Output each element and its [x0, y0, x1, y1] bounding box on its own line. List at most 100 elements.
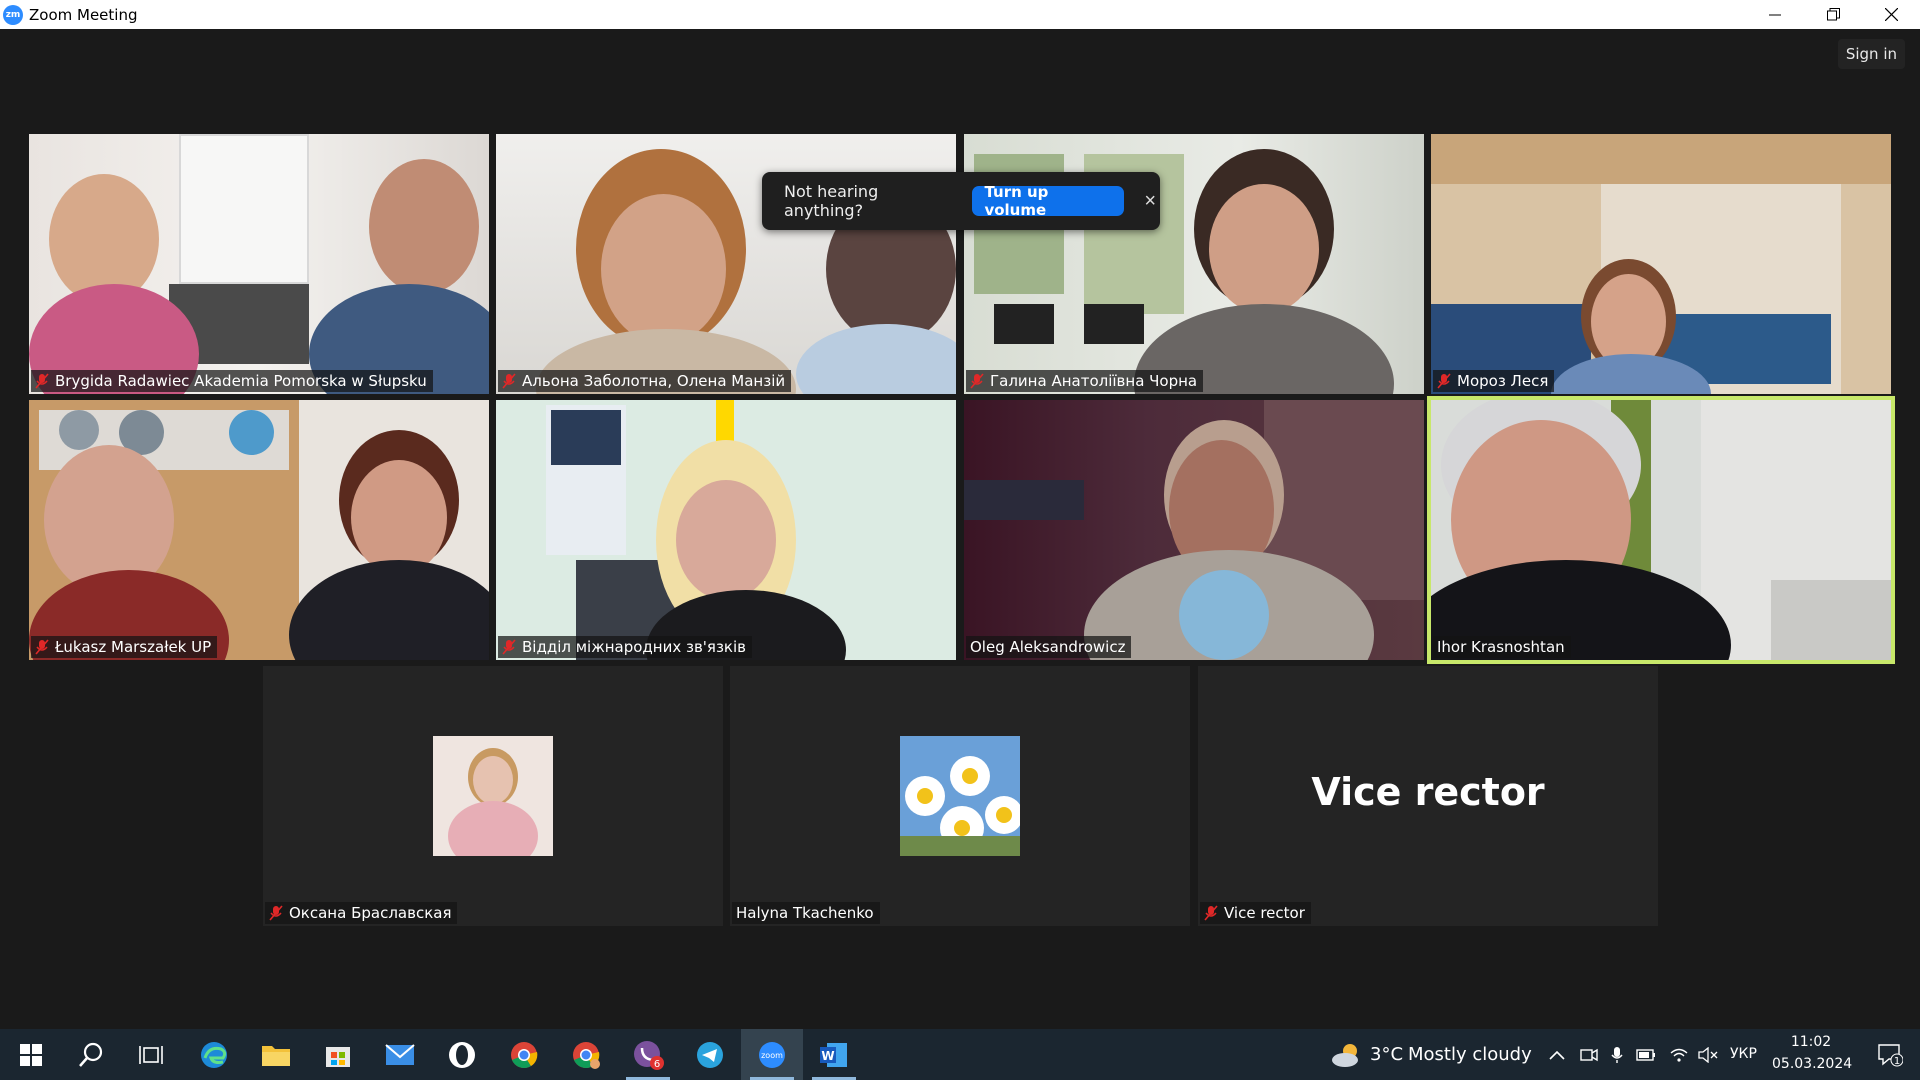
- input-language-indicator[interactable]: УКР: [1730, 1046, 1757, 1062]
- weather-widget[interactable]: [1322, 1029, 1372, 1080]
- participant-name-label: Альона Заболотна, Олена Манзій: [498, 370, 792, 392]
- turn-up-volume-button[interactable]: Turn up volume: [972, 183, 1125, 219]
- telegram-icon: [697, 1041, 723, 1068]
- viber-icon: 6: [634, 1040, 664, 1070]
- avatar-tile[interactable]: Vice rector Vice rector: [1198, 666, 1658, 926]
- clock-date[interactable]: 05.03.2024: [1772, 1056, 1852, 1072]
- taskbar-app-chrome-profile[interactable]: [555, 1029, 617, 1080]
- avatar: [433, 736, 553, 856]
- task-view-icon: [139, 1045, 163, 1064]
- chrome-profile-icon: [573, 1041, 600, 1069]
- meeting-stage: Sign in Brygida Radawiec Akademia Pomors…: [0, 29, 1920, 1029]
- search-icon: [79, 1042, 103, 1067]
- notification-count: 1: [1894, 1056, 1900, 1067]
- camera-icon: [1580, 1048, 1598, 1061]
- tray-microphone-button[interactable]: [1603, 1029, 1631, 1080]
- speaker-muted-icon: [1698, 1046, 1718, 1063]
- taskbar-app-edge[interactable]: [183, 1029, 245, 1080]
- avatar: [900, 736, 1020, 856]
- weather-temperature[interactable]: 3°C: [1370, 1044, 1403, 1065]
- close-window-button[interactable]: [1862, 0, 1920, 29]
- taskbar-app-store[interactable]: [307, 1029, 369, 1080]
- windows-taskbar: 6 zoom W 3°C Mostly cloudy УКР 11:02 05.…: [0, 1029, 1920, 1080]
- folder-icon: [262, 1045, 290, 1066]
- window-title: Zoom Meeting: [29, 5, 138, 24]
- tray-battery-button[interactable]: [1632, 1029, 1660, 1080]
- zoom-logo-icon: zm: [3, 4, 23, 25]
- muted-mic-icon: [970, 373, 984, 389]
- tray-camera-button[interactable]: [1575, 1029, 1603, 1080]
- svg-text:zoom: zoom: [761, 1051, 783, 1060]
- muted-mic-icon: [269, 905, 283, 921]
- video-tile[interactable]: Мороз Леся: [1431, 134, 1891, 394]
- word-icon: W: [820, 1042, 847, 1067]
- mail-icon: [385, 1043, 415, 1065]
- tray-network-button[interactable]: [1665, 1029, 1693, 1080]
- store-icon: [326, 1046, 350, 1067]
- zoom-icon: zoom: [759, 1041, 785, 1068]
- avatar-tile[interactable]: Halyna Tkachenko: [730, 666, 1190, 926]
- audio-hint-popup: Not hearing anything? Turn up volume ×: [762, 172, 1160, 230]
- video-tile[interactable]: Oleg Aleksandrowicz: [964, 400, 1424, 660]
- show-hidden-icons-button[interactable]: [1543, 1029, 1571, 1080]
- notifications-button[interactable]: 1: [1865, 1029, 1915, 1080]
- muted-mic-icon: [1437, 373, 1451, 389]
- microphone-icon: [1611, 1046, 1623, 1063]
- taskbar-app-word[interactable]: W: [803, 1029, 865, 1080]
- muted-mic-icon: [502, 639, 516, 655]
- taskbar-app-mail[interactable]: [369, 1029, 431, 1080]
- participant-name-label: Brygida Radawiec Akademia Pomorska w Słu…: [31, 370, 433, 392]
- restore-button[interactable]: [1804, 0, 1862, 29]
- muted-mic-icon: [35, 639, 49, 655]
- windows-start-button[interactable]: [0, 1029, 62, 1080]
- tray-volume-button[interactable]: [1694, 1029, 1722, 1080]
- muted-mic-icon: [502, 373, 516, 389]
- search-button[interactable]: [60, 1029, 122, 1080]
- taskbar-app-zoom[interactable]: zoom: [741, 1029, 803, 1080]
- taskbar-app-telegram[interactable]: [679, 1029, 741, 1080]
- popup-message: Not hearing anything?: [784, 182, 879, 220]
- wifi-icon: [1670, 1048, 1688, 1062]
- edge-icon: [201, 1041, 227, 1068]
- avatar-tile[interactable]: Оксана Браславская: [263, 666, 723, 926]
- participant-name-label: Ihor Krasnoshtan: [1433, 636, 1571, 658]
- chrome-icon: [511, 1041, 538, 1068]
- taskbar-app-chrome[interactable]: [493, 1029, 555, 1080]
- participant-display-name: Vice rector: [1311, 770, 1545, 814]
- participant-name-label: Halyna Tkachenko: [732, 902, 880, 924]
- muted-mic-icon: [1204, 905, 1218, 921]
- close-icon: [1884, 8, 1898, 21]
- taskbar-app-file-explorer[interactable]: [245, 1029, 307, 1080]
- video-tile[interactable]: Łukasz Marszałek UP: [29, 400, 489, 660]
- participant-name-label: Оксана Браславская: [265, 902, 458, 924]
- muted-mic-icon: [35, 373, 49, 389]
- popup-close-button[interactable]: ×: [1140, 191, 1160, 211]
- cloudy-weather-icon: [1332, 1043, 1358, 1067]
- participant-name-label: Oleg Aleksandrowicz: [966, 636, 1132, 658]
- viber-badge: 6: [654, 1059, 660, 1070]
- title-bar: zm Zoom Meeting: [0, 0, 1920, 29]
- participant-name-label: Галина Анатоліївна Чорна: [966, 370, 1204, 392]
- windows-logo-icon: [20, 1043, 42, 1066]
- video-tile-active-speaker[interactable]: Ihor Krasnoshtan: [1427, 396, 1895, 664]
- notification-icon: 1: [1878, 1043, 1903, 1067]
- participant-name-label: Łukasz Marszałek UP: [31, 636, 218, 658]
- weather-condition[interactable]: Mostly cloudy: [1408, 1044, 1532, 1065]
- video-tile[interactable]: Відділ міжнародних зв'язків: [496, 400, 956, 660]
- minimize-button[interactable]: [1746, 0, 1804, 29]
- sign-in-button[interactable]: Sign in: [1837, 39, 1905, 69]
- battery-icon: [1636, 1048, 1655, 1061]
- participant-name-label: Vice rector: [1200, 902, 1311, 924]
- participant-name-label: Відділ міжнародних зв'язків: [498, 636, 752, 658]
- svg-text:W: W: [821, 1049, 834, 1063]
- restore-icon: [1826, 8, 1840, 21]
- minimize-icon: [1769, 14, 1781, 15]
- opera-icon: [449, 1041, 475, 1068]
- clock-time[interactable]: 11:02: [1778, 1034, 1844, 1050]
- chevron-up-icon: [1549, 1050, 1565, 1060]
- taskbar-app-opera[interactable]: [431, 1029, 493, 1080]
- video-tile[interactable]: Brygida Radawiec Akademia Pomorska w Słu…: [29, 134, 489, 394]
- participant-name-label: Мороз Леся: [1433, 370, 1555, 392]
- taskbar-app-viber[interactable]: 6: [617, 1029, 679, 1080]
- task-view-button[interactable]: [120, 1029, 182, 1080]
